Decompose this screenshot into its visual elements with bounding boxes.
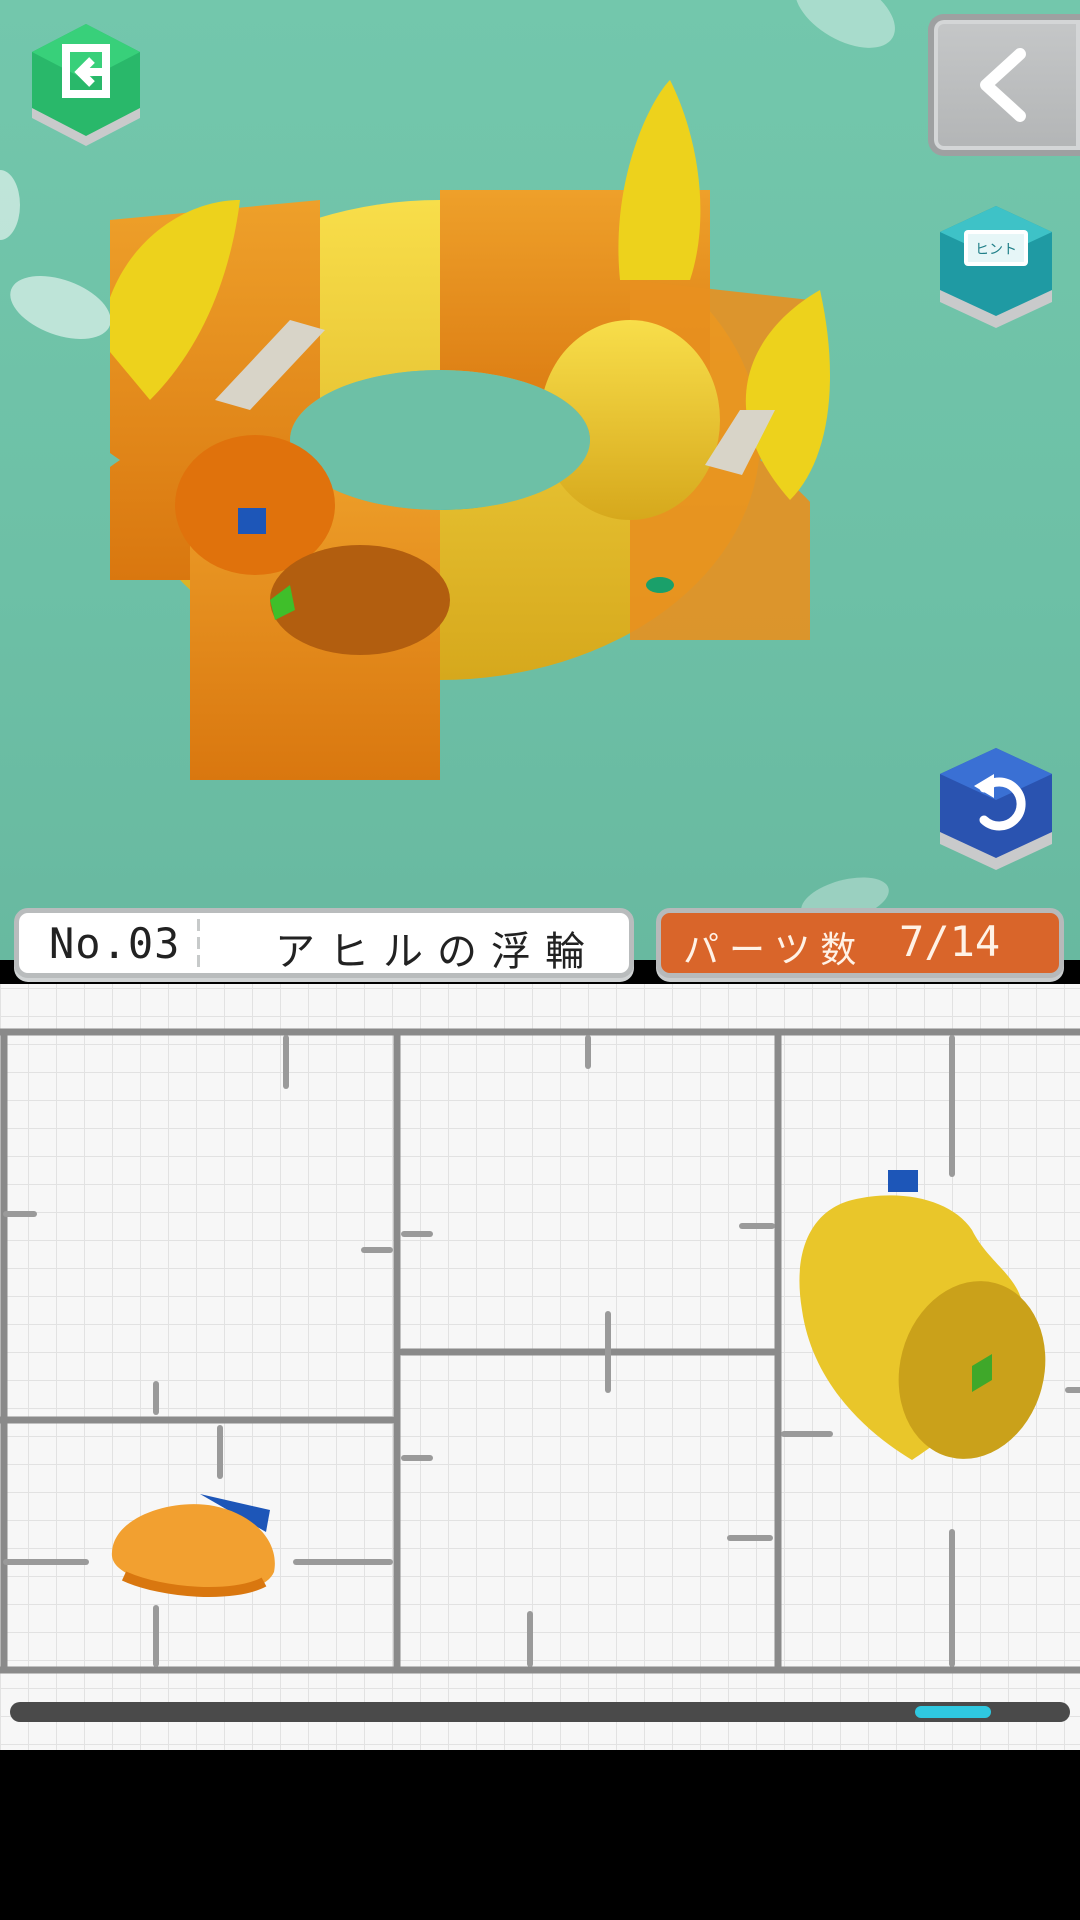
tray-scroll-thumb[interactable]	[915, 1706, 992, 1718]
yellow-head-part[interactable]	[792, 1170, 1062, 1500]
back-button[interactable]	[928, 14, 1080, 156]
orange-wing-part[interactable]	[104, 1486, 284, 1606]
info-bar: No.03 アヒルの浮輪 パーツ数 7/14	[0, 908, 1080, 984]
parts-tray[interactable]	[0, 984, 1080, 1750]
background-petal	[0, 170, 20, 240]
parts-label: パーツ数	[683, 930, 867, 971]
tray-scrollbar[interactable]	[10, 1702, 1070, 1722]
background-petal	[782, 0, 908, 64]
undo-button[interactable]	[934, 744, 1058, 878]
hint-icon: ヒント	[940, 206, 1052, 328]
cavity-part	[270, 545, 450, 655]
model-title-panel: No.03 アヒルの浮輪	[14, 908, 634, 978]
hint-label: ヒント	[975, 242, 1017, 258]
blue-peg	[238, 508, 266, 534]
duck-float-model[interactable]	[110, 80, 1010, 780]
exit-icon	[32, 24, 140, 146]
parts-counter-panel: パーツ数 7/14	[656, 908, 1064, 978]
undo-icon	[940, 748, 1052, 870]
model-number: No.03	[49, 919, 181, 968]
background-petal	[1, 263, 120, 352]
parts-progress: 7/14	[899, 917, 1001, 966]
hint-button[interactable]: ヒント	[934, 202, 1058, 336]
model-viewport[interactable]: ヒント	[0, 0, 1080, 960]
divider	[197, 919, 200, 969]
exit-button[interactable]	[24, 22, 148, 156]
green-socket	[646, 577, 674, 593]
model-name: アヒルの浮輪	[275, 929, 599, 975]
chevron-left-icon	[980, 48, 1026, 122]
tail-part	[618, 80, 701, 280]
